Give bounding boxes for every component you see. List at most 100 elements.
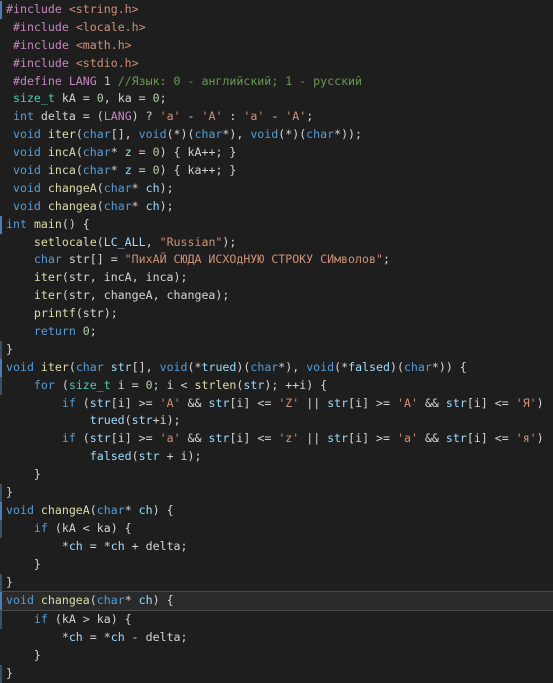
code-token: && (180, 395, 209, 410)
code-text-area[interactable]: #include <string.h> #include <locale.h> … (0, 0, 553, 683)
code-token: ); (159, 198, 174, 213)
code-token: (str); (75, 306, 118, 321)
code-line[interactable]: *ch = *ch - delta; (0, 629, 553, 647)
code-token: void (138, 127, 167, 142)
code-line[interactable]: if (kA > ka) { (0, 611, 553, 630)
code-token: ); (222, 234, 237, 249)
code-line[interactable]: trued(str+i); (0, 412, 553, 430)
code-line[interactable]: falsed(str + i); (0, 448, 553, 466)
scope-guide-icon (0, 592, 2, 611)
code-token: str (131, 413, 153, 428)
code-token: - (180, 109, 202, 124)
code-line[interactable]: void iter(char str[], void(*trued)(char*… (0, 358, 553, 377)
code-line[interactable]: } (0, 556, 553, 574)
code-token: char (75, 359, 104, 374)
code-line[interactable]: void incA(char* z = 0) { kA++; } (0, 144, 553, 162)
code-token: *)) { (431, 359, 467, 374)
code-token: #include (6, 2, 69, 16)
code-token: 'а' (397, 431, 418, 446)
code-line[interactable]: int delta = (LANG) ? 'a' - 'A' : 'a' - '… (0, 108, 553, 126)
code-line[interactable]: if (kA < ka) { (0, 519, 553, 538)
code-token: strlen (194, 377, 237, 392)
code-token: ); ++i) { (264, 377, 328, 392)
code-token: char (96, 593, 125, 608)
code-token: ch (138, 502, 153, 517)
code-line[interactable]: } (0, 664, 553, 683)
code-token: if (61, 431, 76, 446)
code-line[interactable]: } (0, 340, 553, 359)
code-token: void (12, 198, 41, 213)
code-token: [i] >= (110, 431, 160, 446)
code-line[interactable]: size_t kA = 0, ka = 0; (0, 90, 553, 108)
code-token: int (6, 216, 27, 231)
code-token: : (222, 109, 244, 124)
code-line[interactable]: char str[] = "ПихАЙ СЮДА ИСХОдНУЮ СТРОКУ… (0, 251, 553, 269)
code-token: void (159, 359, 188, 374)
code-editor[interactable]: #include <string.h> #include <locale.h> … (0, 0, 553, 683)
code-token: if (33, 612, 48, 627)
code-token: ch (138, 593, 153, 608)
code-token: ( (54, 377, 69, 392)
code-line[interactable]: for (size_t i = 0; i < strlen(str); ++i)… (0, 376, 553, 395)
scope-guide-icon (0, 340, 2, 359)
code-token: [i] <= (466, 395, 516, 410)
code-token: 'Z' (278, 395, 300, 410)
code-line[interactable]: #include <string.h> (0, 1, 553, 19)
code-token: } (6, 574, 13, 589)
code-token: + delta; (124, 538, 188, 553)
code-token: printf (33, 306, 76, 321)
code-line[interactable]: void changea(char* ch); (0, 198, 553, 216)
code-line[interactable]: printf(str); (0, 305, 553, 323)
code-line[interactable]: setlocale(LC_ALL, "Russian"); (0, 234, 553, 252)
code-line[interactable]: #include <locale.h> (0, 19, 553, 37)
code-token: changea (40, 593, 90, 608)
code-line[interactable]: if (str[i] >= 'a' && str[i] <= 'z' || st… (0, 430, 553, 448)
code-token: || (299, 395, 328, 410)
code-line[interactable]: void iter(char[], void(*)(char*), void(*… (0, 126, 553, 144)
code-line[interactable]: } (0, 647, 553, 665)
code-line[interactable]: } (0, 466, 553, 484)
code-line[interactable]: void changea(char* ch) { (0, 591, 553, 612)
code-token: || (299, 431, 328, 446)
code-token: )( (389, 359, 404, 374)
code-line[interactable]: } (0, 484, 553, 502)
code-line[interactable]: return 0; (0, 323, 553, 341)
code-token: if (33, 520, 48, 535)
code-line[interactable]: #include <stdio.h> (0, 55, 553, 73)
code-token: ) { kA++; } (159, 145, 237, 160)
code-token: str (208, 395, 230, 410)
code-token: str (243, 377, 265, 392)
code-line[interactable]: void inca(char* z = 0) { ka++; } (0, 162, 553, 180)
scope-guide-icon (0, 376, 2, 395)
code-token: } (6, 485, 13, 500)
code-line[interactable]: *ch = *ch + delta; (0, 538, 553, 556)
code-token: (*)( (278, 127, 307, 142)
code-token: iter (47, 127, 76, 142)
code-token: str (89, 431, 111, 446)
code-line[interactable]: #define LANG 1 //Язык: 0 - английский; 1… (0, 73, 553, 91)
code-line[interactable]: void changeA(char* ch); (0, 180, 553, 198)
code-token: void (12, 127, 41, 142)
code-token: ); (159, 180, 174, 195)
code-line[interactable]: #include <math.h> (0, 37, 553, 55)
code-line[interactable]: if (str[i] >= 'A' && str[i] <= 'Z' || st… (0, 395, 553, 413)
code-token: 'Я' (515, 395, 537, 410)
code-token: +i); (152, 413, 181, 428)
code-line[interactable]: iter(str, changeA, changea); (0, 287, 553, 305)
code-line[interactable]: } (0, 573, 553, 592)
code-token: ( (89, 593, 97, 608)
code-token: * (110, 145, 125, 160)
code-token: delta = ( (33, 109, 104, 124)
code-line[interactable]: iter(str, incA, inca); (0, 269, 553, 287)
code-line[interactable]: void changeA(char* ch) { (0, 501, 553, 520)
code-token: , ka = (103, 91, 153, 106)
code-line[interactable]: int main() { (0, 215, 553, 234)
